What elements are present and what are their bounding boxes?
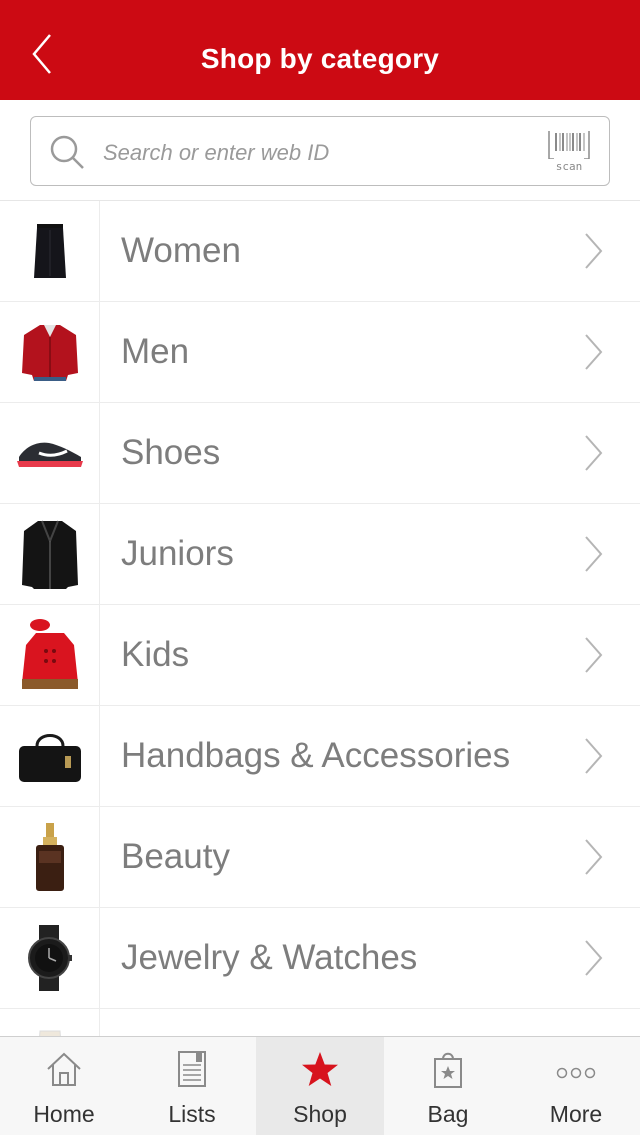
search-bar: scan [0,100,640,201]
tab-bar: Home Lists Shop Bag More [0,1036,640,1135]
category-thumbnail [0,908,100,1008]
chevron-right-icon [585,334,603,370]
category-list: Women Men Shoes Juniors Kids Handbags & … [0,201,640,1109]
category-row-shoes[interactable]: Shoes [0,403,640,504]
category-thumbnail [0,504,100,604]
tab-label: Lists [168,1101,216,1127]
category-row-jewelry[interactable]: Jewelry & Watches [0,908,640,1009]
barcode-icon [548,131,590,159]
search-box[interactable]: scan [30,116,610,186]
category-label: Women [121,231,241,270]
sneaker-icon [16,442,83,467]
category-label: Shoes [121,433,221,472]
search-icon [50,135,84,169]
tab-more[interactable]: More [512,1037,640,1135]
serum-bottle-icon [35,823,64,891]
category-label: Beauty [121,837,230,876]
tab-label: Shop [293,1101,347,1127]
tab-lists[interactable]: Lists [128,1037,256,1135]
red-coat-icon [21,619,78,689]
tab-shop[interactable]: Shop [256,1037,384,1135]
red-jacket-icon [21,325,78,381]
home-icon [47,1052,81,1086]
chevron-right-icon [585,940,603,976]
category-row-men[interactable]: Men [0,302,640,403]
category-label: Kids [121,635,190,674]
list-icon [178,1051,206,1087]
category-thumbnail [0,201,100,301]
category-label: Juniors [121,534,234,573]
category-thumbnail [0,302,100,402]
category-label: Men [121,332,190,371]
leather-jacket-icon [21,520,78,589]
chevron-right-icon [585,435,603,471]
tab-label: Home [33,1101,95,1127]
tab-label: More [549,1101,603,1127]
category-row-women[interactable]: Women [0,201,640,302]
category-thumbnail [0,807,100,907]
chevron-right-icon [585,738,603,774]
category-thumbnail [0,403,100,503]
category-label: Jewelry & Watches [121,938,418,977]
skirt-icon [33,224,66,278]
chevron-right-icon [585,839,603,875]
star-icon [302,1052,338,1086]
search-input[interactable] [101,130,525,176]
app-header: Shop by category [0,0,640,100]
category-row-kids[interactable]: Kids [0,605,640,706]
chevron-right-icon [585,233,603,269]
scan-label: scan [555,160,583,173]
category-thumbnail [0,605,100,705]
category-row-handbags[interactable]: Handbags & Accessories [0,706,640,807]
handbag-icon [18,734,81,782]
scan-button[interactable]: scan [545,129,593,173]
watch-icon [27,925,72,991]
category-label: Handbags & Accessories [121,736,511,775]
tab-bag[interactable]: Bag [384,1037,512,1135]
more-dots-icon [556,1067,596,1079]
category-thumbnail [0,706,100,806]
category-row-beauty[interactable]: Beauty [0,807,640,908]
tab-home[interactable]: Home [0,1037,128,1135]
chevron-right-icon [585,536,603,572]
tab-label: Bag [427,1101,469,1127]
category-row-juniors[interactable]: Juniors [0,504,640,605]
shopping-bag-icon [434,1052,462,1088]
chevron-right-icon [585,637,603,673]
